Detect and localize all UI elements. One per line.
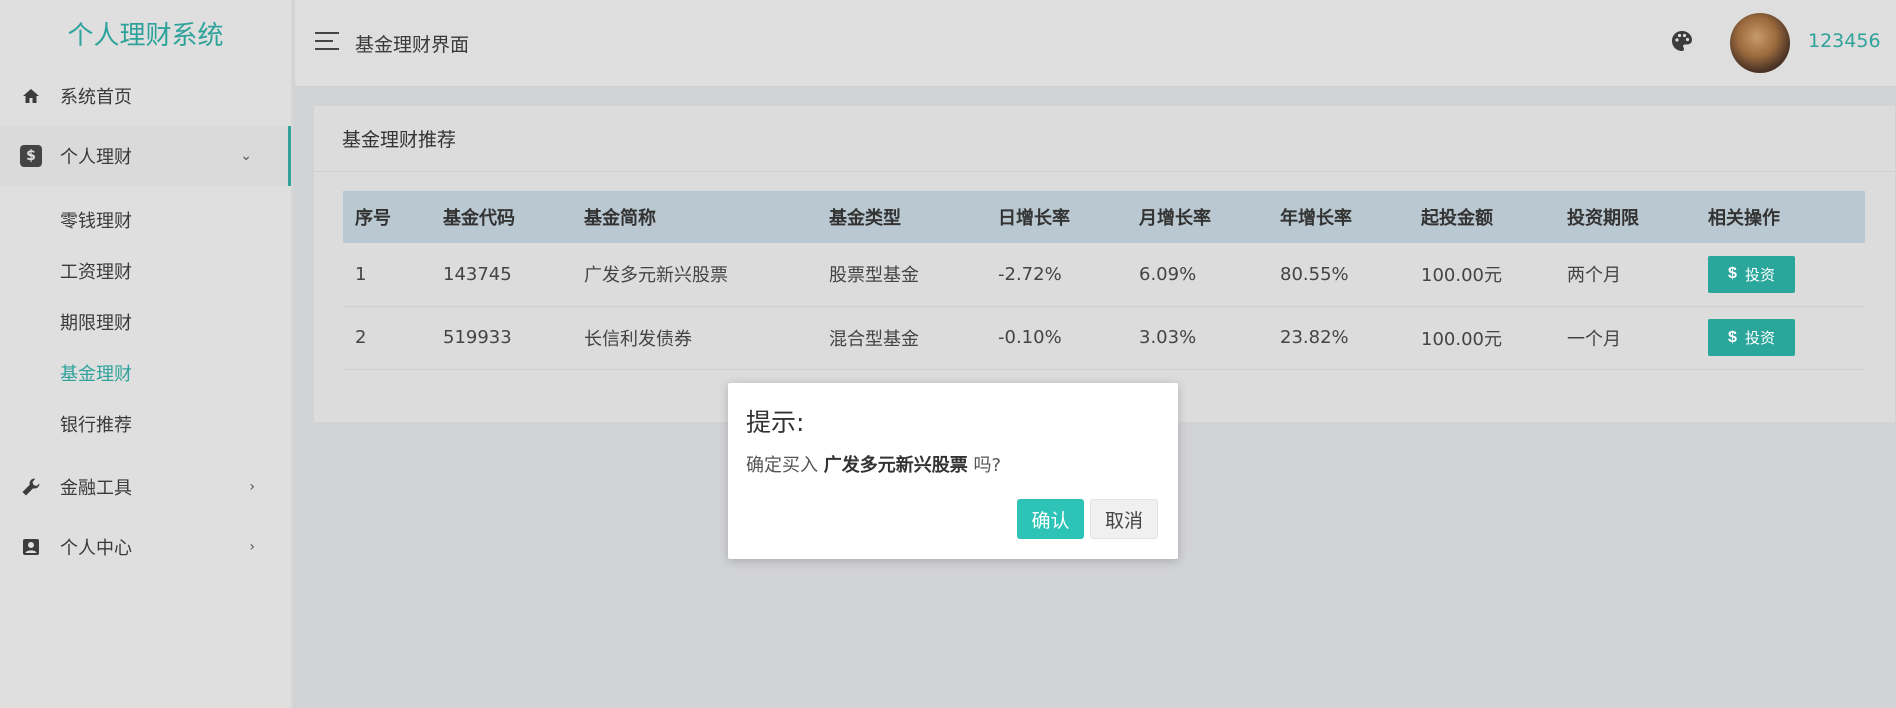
submenu-item-salary[interactable]: 工资理财 [0,245,291,296]
cell-no: 2 [343,306,431,370]
sidebar-item-label: 个人中心 [60,538,132,559]
palette-icon[interactable] [1671,30,1693,52]
sidebar-item-label: 金融工具 [60,478,132,499]
cell-name: 广发多元新兴股票 [572,243,817,307]
submenu-item-change[interactable]: 零钱理财 [0,194,291,245]
table-row: 1 143745 广发多元新兴股票 股票型基金 -2.72% 6.09% 80.… [343,243,1865,307]
col-header: 序号 [355,208,391,229]
dollar-icon: $ [1728,328,1737,346]
col-header: 月增长率 [1139,208,1211,229]
dialog-fund-name: 广发多元新兴股票 [823,455,968,476]
cell-action: $ 投资 [1696,306,1865,370]
col-header: 基金代码 [443,208,515,229]
cell-code: 519933 [431,306,572,370]
invest-button[interactable]: $ 投资 [1708,319,1795,356]
dialog-message: 确定买入 广发多元新兴股票 吗? [746,451,1001,477]
user-card-icon [20,536,42,558]
sidebar: 个人理财系统 系统首页 $ 个人理财 ⌄ 零钱理财 工资理财 期限理财 基金理财… [0,0,293,708]
home-icon [20,85,42,107]
avatar[interactable] [1730,13,1790,73]
chevron-right-icon: › [249,479,255,495]
cancel-button[interactable]: 取消 [1090,499,1158,539]
col-header: 起投金额 [1421,208,1493,229]
cell-type: 股票型基金 [817,243,986,307]
dollar-icon: $ [20,145,42,167]
submenu-item-term[interactable]: 期限理财 [0,296,291,347]
cell-min: 100.00元 [1409,306,1555,370]
col-header: 投资期限 [1567,208,1639,229]
confirm-dialog: 提示: 确定买入 广发多元新兴股票 吗? 确认 取消 [728,383,1178,559]
invest-button-label: 投资 [1744,330,1775,347]
dialog-message-prefix: 确定买入 [746,455,818,476]
dialog-message-suffix: 吗? [973,455,1002,476]
col-header: 日增长率 [998,208,1070,229]
invest-button-label: 投资 [1744,266,1775,284]
cell-action: $ 投资 [1696,243,1865,307]
chevron-right-icon: › [249,539,255,555]
submenu-item-fund[interactable]: 基金理财 [0,347,291,398]
col-header: 相关操作 [1708,208,1780,229]
col-header: 年增长率 [1280,208,1352,229]
page-title: 基金理财界面 [355,34,470,56]
col-header: 基金类型 [829,208,901,229]
cell-monthly: 6.09% [1127,243,1268,307]
dialog-title: 提示: [746,408,805,437]
submenu-item-bank[interactable]: 银行推荐 [0,398,291,449]
cell-yearly: 23.82% [1268,306,1409,370]
cell-term: 一个月 [1555,306,1696,370]
fund-recommend-card: 基金理财推荐 序号 基金代码 基金简称 基金类型 日增长率 月增长率 年增长率 … [313,105,1896,423]
sidebar-item-personal-finance[interactable]: $ 个人理财 ⌄ [0,126,291,186]
invest-button[interactable]: $ 投资 [1708,255,1795,293]
cell-no: 1 [343,243,431,307]
chevron-down-icon: ⌄ [240,148,252,164]
cell-type: 混合型基金 [817,306,986,370]
card-title: 基金理财推荐 [314,106,1895,172]
sidebar-item-label: 系统首页 [60,87,132,108]
cell-name: 长信利发债券 [572,306,817,370]
dollar-icon: $ [1728,265,1737,283]
cell-daily: -0.10% [986,306,1127,370]
cell-term: 两个月 [1555,243,1696,307]
table-row: 2 519933 长信利发债券 混合型基金 -0.10% 3.03% 23.82… [343,306,1865,370]
sidebar-item-personal-center[interactable]: 个人中心 › [0,517,291,577]
cell-min: 100.00元 [1409,243,1555,307]
username[interactable]: 123456 [1808,30,1881,52]
col-header: 基金简称 [584,208,656,229]
wrench-icon [20,476,42,498]
cell-code: 143745 [431,243,572,307]
sidebar-item-home[interactable]: 系统首页 [0,66,291,126]
fund-table: 序号 基金代码 基金简称 基金类型 日增长率 月增长率 年增长率 起投金额 投资… [343,191,1865,370]
submenu-personal-finance: 零钱理财 工资理财 期限理财 基金理财 银行推荐 [0,186,291,457]
cell-daily: -2.72% [986,243,1127,307]
sidebar-item-financial-tools[interactable]: 金融工具 › [0,457,291,517]
cell-yearly: 80.55% [1268,243,1409,307]
sidebar-item-label: 个人理财 [60,147,132,168]
app-brand: 个人理财系统 [67,20,224,51]
table-header-row: 序号 基金代码 基金简称 基金类型 日增长率 月增长率 年增长率 起投金额 投资… [343,191,1865,243]
top-header: 基金理财界面 123456 [295,0,1896,87]
confirm-button[interactable]: 确认 [1017,499,1084,539]
menu-toggle-icon[interactable] [315,32,339,50]
cell-monthly: 3.03% [1127,306,1268,370]
